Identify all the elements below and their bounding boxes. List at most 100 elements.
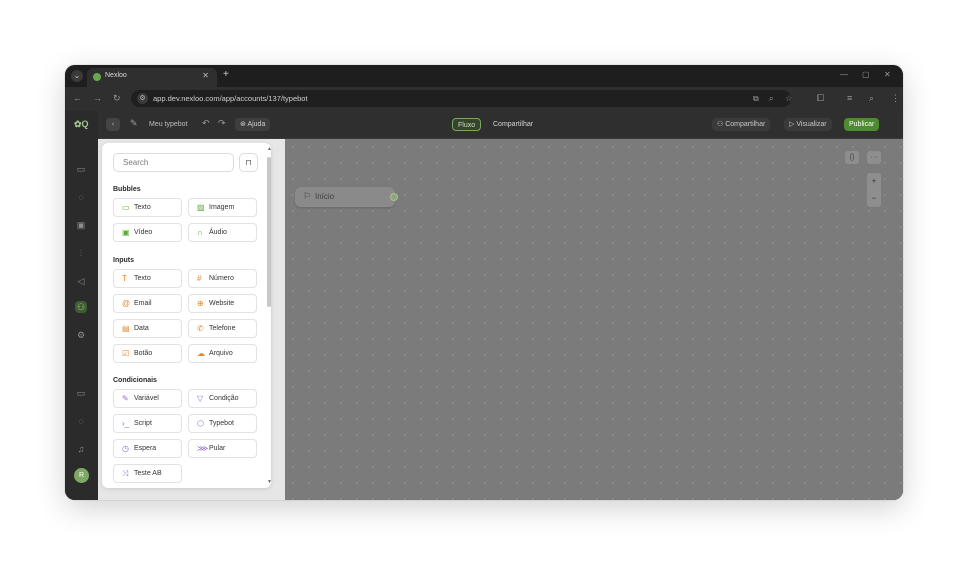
left-nav-rail: ✿Q ▭ ◌ ▣ ⫶ ◁ ⚇ ⚙ ▭ ◌ ♫ R bbox=[65, 111, 98, 500]
block-espera[interactable]: ◷ Espera bbox=[113, 439, 182, 458]
block-input-telefone[interactable]: ✆ Telefone bbox=[188, 319, 257, 338]
settings-gear-icon[interactable]: ⚙ bbox=[75, 329, 87, 341]
start-node[interactable]: ⚐ Início bbox=[295, 187, 398, 207]
preview-button[interactable]: ▷ Visualizar bbox=[784, 118, 832, 131]
preview-label: Visualizar bbox=[796, 121, 827, 128]
back-arrow-icon[interactable]: ← bbox=[73, 93, 82, 103]
tab-search-icon[interactable]: ⌄ bbox=[71, 70, 83, 82]
notifications-bell-icon[interactable]: ♫ bbox=[75, 443, 87, 455]
maximize-icon[interactable]: ▢ bbox=[862, 70, 870, 79]
clock-icon: ◷ bbox=[122, 444, 129, 453]
block-typebot[interactable]: ⬡ Typebot bbox=[188, 414, 257, 433]
block-label: Typebot bbox=[209, 420, 234, 427]
start-node-handle[interactable] bbox=[390, 193, 398, 201]
bot-name[interactable]: Meu typebot bbox=[144, 118, 193, 131]
redo-icon[interactable]: ↷ bbox=[218, 118, 226, 129]
block-label: Pular bbox=[209, 445, 226, 452]
block-variavel[interactable]: ✎ Variável bbox=[113, 389, 182, 408]
minimize-icon[interactable]: — bbox=[840, 70, 848, 79]
close-tab-icon[interactable]: ✕ bbox=[202, 71, 209, 80]
block-label: Botão bbox=[134, 350, 153, 357]
shuffle-icon: ⤨ bbox=[122, 469, 129, 478]
block-label: Variável bbox=[134, 395, 159, 402]
contacts-icon[interactable]: ▣ bbox=[75, 219, 87, 231]
apps-icon[interactable]: ▭ bbox=[75, 387, 87, 399]
browser-menu-icon[interactable]: ⋮ bbox=[891, 93, 900, 104]
bookmark-star-icon[interactable]: ☆ bbox=[785, 94, 792, 103]
chat-icon[interactable]: ◌ bbox=[75, 191, 87, 203]
flow-canvas[interactable]: ⚐ Início {} ··· + − bbox=[285, 139, 903, 500]
editor-topbar: ‹ ✎ Meu typebot ↶ ↷ ⊛ Ajuda Fluxo Compar… bbox=[98, 111, 903, 139]
url-bar[interactable]: ⚙ app.dev.nexloo.com/app/accounts/137/ty… bbox=[131, 90, 792, 107]
block-script[interactable]: ›_ Script bbox=[113, 414, 182, 433]
cast-icon[interactable]: ⧉ bbox=[753, 94, 759, 104]
user-avatar[interactable]: R bbox=[74, 468, 89, 483]
scroll-down-icon[interactable]: ▼ bbox=[267, 479, 272, 485]
campaigns-icon[interactable]: ◁ bbox=[75, 275, 87, 287]
block-input-email[interactable]: @ Email bbox=[113, 294, 182, 313]
blocks-sidebar: Search ⊓ Bubbles ▭ Texto ▨ Imagem ▣ Vídeo ∩… bbox=[102, 143, 272, 488]
tab-title: Nexloo bbox=[105, 72, 127, 79]
block-label: Texto bbox=[134, 275, 151, 282]
block-input-website[interactable]: ⊕ Website bbox=[188, 294, 257, 313]
zoom-in-button[interactable]: + bbox=[867, 173, 881, 190]
extensions-icon[interactable]: ⧠ bbox=[817, 93, 824, 104]
back-button[interactable]: ‹ bbox=[106, 118, 120, 131]
profile-icon[interactable]: ⌕ bbox=[869, 93, 874, 104]
block-bubble-audio[interactable]: ∩ Áudio bbox=[188, 223, 257, 242]
chat-bubble-icon: ▭ bbox=[122, 203, 130, 212]
upload-cloud-icon: ☁ bbox=[197, 349, 205, 358]
wrench-icon: ✎ bbox=[130, 118, 138, 128]
jump-icon: ⋙ bbox=[197, 444, 209, 453]
reports-icon[interactable]: ⫶ bbox=[75, 247, 87, 259]
help-button[interactable]: ⊛ Ajuda bbox=[235, 118, 271, 131]
block-condicao[interactable]: ▽ Condição bbox=[188, 389, 257, 408]
reload-icon[interactable]: ↻ bbox=[113, 93, 121, 104]
text-cursor-icon: T bbox=[122, 274, 127, 283]
forward-arrow-icon[interactable]: → bbox=[93, 93, 102, 103]
search-input[interactable]: Search bbox=[113, 153, 234, 172]
undo-icon[interactable]: ↶ bbox=[202, 118, 210, 129]
users-icon: ⚇ bbox=[717, 121, 726, 128]
reading-list-icon[interactable]: ≡ bbox=[847, 93, 852, 103]
block-input-texto[interactable]: T Texto bbox=[113, 269, 182, 288]
block-label: Vídeo bbox=[134, 229, 153, 236]
new-tab-icon[interactable]: + bbox=[223, 69, 229, 80]
share-button[interactable]: ⚇ Compartilhar bbox=[712, 118, 771, 131]
publish-button[interactable]: Publicar bbox=[844, 118, 880, 131]
typebot-icon[interactable]: ⚇ bbox=[75, 301, 87, 313]
close-window-icon[interactable]: ✕ bbox=[884, 70, 891, 79]
blocks-panel: Search ⊓ Bubbles ▭ Texto ▨ Imagem ▣ Vídeo ∩… bbox=[98, 139, 285, 500]
tab-fluxo[interactable]: Fluxo bbox=[452, 118, 482, 131]
block-input-botao[interactable]: ☑ Botão bbox=[113, 344, 182, 363]
block-bubble-imagem[interactable]: ▨ Imagem bbox=[188, 198, 257, 217]
site-info-icon[interactable]: ⚙ bbox=[137, 93, 148, 104]
block-teste-ab[interactable]: ⤨ Teste AB bbox=[113, 464, 182, 483]
url-text: app.dev.nexloo.com/app/accounts/137/type… bbox=[153, 94, 308, 103]
headphones-icon: ∩ bbox=[197, 228, 203, 237]
block-label: Arquivo bbox=[209, 350, 233, 357]
panel-scrollbar[interactable] bbox=[267, 157, 271, 307]
block-input-numero[interactable]: # Número bbox=[188, 269, 257, 288]
at-icon: @ bbox=[122, 299, 131, 308]
lock-icon[interactable]: ⊓ bbox=[239, 153, 258, 172]
variables-button[interactable]: {} bbox=[845, 151, 859, 164]
browser-tab[interactable]: Nexloo ✕ bbox=[87, 68, 217, 87]
app-logo[interactable]: ✿Q bbox=[74, 119, 89, 130]
phone-icon: ✆ bbox=[197, 324, 204, 333]
block-pular[interactable]: ⋙ Pular bbox=[188, 439, 257, 458]
zoom-out-button[interactable]: − bbox=[867, 190, 881, 207]
help-icon[interactable]: ◌ bbox=[75, 415, 87, 427]
zoom-icon[interactable]: ⌕ bbox=[769, 94, 773, 104]
tab-compartilhar[interactable]: Compartilhar bbox=[488, 118, 538, 131]
block-label: Texto bbox=[134, 204, 151, 211]
section-inputs: Inputs bbox=[113, 257, 134, 264]
block-bubble-texto[interactable]: ▭ Texto bbox=[113, 198, 182, 217]
block-input-data[interactable]: ▤ Data bbox=[113, 319, 182, 338]
scroll-up-icon[interactable]: ▲ bbox=[267, 146, 272, 152]
block-bubble-video[interactable]: ▣ Vídeo bbox=[113, 223, 182, 242]
block-label: Website bbox=[209, 300, 235, 307]
block-input-arquivo[interactable]: ☁ Arquivo bbox=[188, 344, 257, 363]
more-options-button[interactable]: ··· bbox=[867, 151, 881, 164]
inbox-icon[interactable]: ▭ bbox=[75, 163, 87, 175]
